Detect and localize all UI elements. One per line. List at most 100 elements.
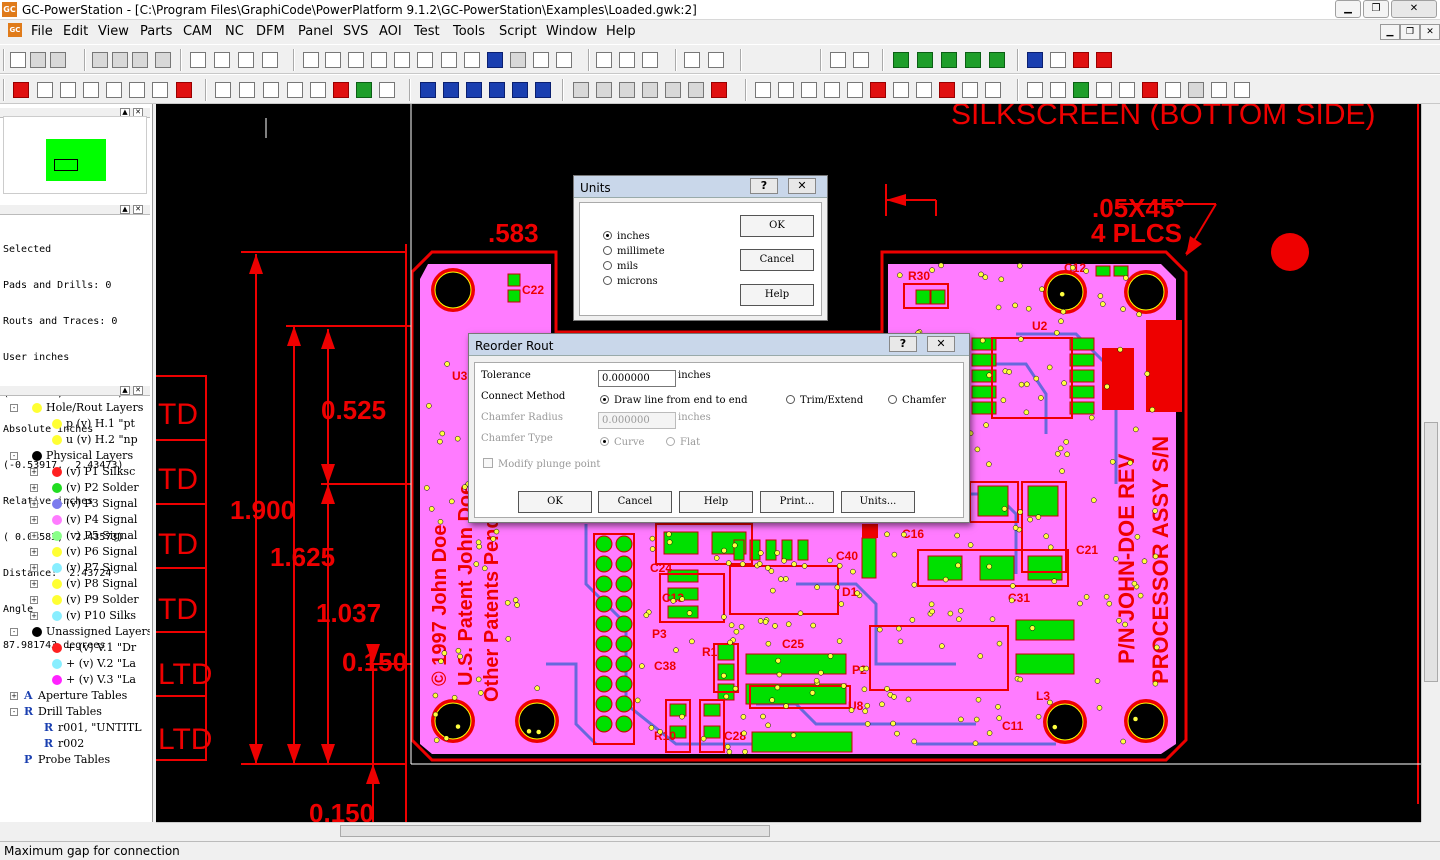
panel2-icon[interactable] bbox=[1096, 82, 1112, 98]
mdi-close-button[interactable]: ✕ bbox=[1420, 24, 1440, 40]
bn-icon[interactable] bbox=[83, 82, 99, 98]
snap-icon[interactable] bbox=[348, 52, 364, 68]
grid-green-icon[interactable] bbox=[893, 52, 909, 68]
save-icon[interactable] bbox=[50, 52, 66, 68]
text-a-icon[interactable] bbox=[464, 52, 480, 68]
target2-icon[interactable] bbox=[916, 82, 932, 98]
draw-line-radio[interactable]: Draw line from end to end bbox=[600, 395, 748, 406]
layer-tree-item[interactable]: - Physical Layers bbox=[0, 448, 150, 464]
layer-tree-item[interactable]: + (v) P8 Signal bbox=[0, 576, 150, 592]
help-icon[interactable]: ? bbox=[889, 336, 917, 352]
preview-view-rect[interactable] bbox=[54, 159, 78, 171]
unit-inches-radio[interactable]: inches bbox=[603, 231, 650, 242]
mdi-restore-button[interactable]: ❐ bbox=[1400, 24, 1420, 40]
expand-icon[interactable]: + bbox=[30, 548, 38, 556]
circle-icon[interactable] bbox=[962, 82, 978, 98]
magnet-icon[interactable] bbox=[263, 82, 279, 98]
expand-icon[interactable]: + bbox=[30, 580, 38, 588]
expand-icon[interactable]: + bbox=[30, 500, 38, 508]
panel-close-icon[interactable]: ✕ bbox=[133, 205, 143, 214]
doc-menu-icon[interactable]: GC bbox=[8, 23, 22, 37]
reorder-dialog-titlebar[interactable]: Reorder Rout ? ✕ bbox=[469, 334, 969, 356]
list-icon[interactable] bbox=[510, 52, 526, 68]
layer-color-icon[interactable] bbox=[32, 403, 42, 413]
layer-tree-item[interactable]: + (v) P3 Signal bbox=[0, 496, 150, 512]
measure-icon[interactable] bbox=[441, 52, 457, 68]
frame-icon[interactable] bbox=[1050, 52, 1066, 68]
expand-icon[interactable]: + bbox=[10, 692, 18, 700]
layer-tree-item[interactable]: Rr001, "UNTITL bbox=[0, 720, 150, 736]
mirror-icon[interactable] bbox=[596, 82, 612, 98]
dot-icon[interactable] bbox=[684, 52, 700, 68]
reorder-units-button[interactable]: Units... bbox=[841, 491, 915, 513]
menu-test[interactable]: Test bbox=[414, 24, 440, 39]
box-c-icon[interactable] bbox=[489, 82, 505, 98]
panel-close-icon[interactable]: ✕ bbox=[133, 386, 143, 395]
menu-view[interactable]: View bbox=[98, 24, 129, 39]
layer-color-icon[interactable] bbox=[52, 515, 62, 525]
corner-icon[interactable] bbox=[1073, 52, 1089, 68]
grid2-icon[interactable] bbox=[917, 52, 933, 68]
layer-tree-item[interactable]: + (v) P5 Signal bbox=[0, 528, 150, 544]
folder-icon[interactable] bbox=[1050, 82, 1066, 98]
zoom-in-icon[interactable] bbox=[596, 52, 612, 68]
rotate-icon[interactable] bbox=[573, 82, 589, 98]
panel-float-icon[interactable]: ▲ bbox=[120, 386, 130, 395]
corner2-icon[interactable] bbox=[1096, 52, 1112, 68]
find-icon[interactable] bbox=[214, 52, 230, 68]
collapse-icon[interactable]: - bbox=[10, 708, 18, 716]
compare-icon[interactable] bbox=[1188, 82, 1204, 98]
select-s-icon[interactable] bbox=[303, 52, 319, 68]
copy-icon[interactable] bbox=[112, 52, 128, 68]
doc-icon[interactable] bbox=[1027, 82, 1043, 98]
collapse-icon[interactable]: - bbox=[10, 404, 18, 412]
stop-icon[interactable] bbox=[711, 82, 727, 98]
layer-color-icon[interactable] bbox=[52, 595, 62, 605]
pad-red-icon[interactable] bbox=[870, 82, 886, 98]
menu-help[interactable]: Help bbox=[606, 24, 636, 39]
layer-color-icon[interactable] bbox=[52, 483, 62, 493]
layer-tree-item[interactable]: + (v) V.1 "Dr bbox=[0, 640, 150, 656]
expand-icon[interactable]: + bbox=[30, 484, 38, 492]
report-icon[interactable] bbox=[556, 52, 572, 68]
flat-radio[interactable]: Flat bbox=[666, 437, 700, 448]
units-ok-button[interactable]: OK bbox=[740, 215, 814, 237]
gear-icon[interactable] bbox=[778, 82, 794, 98]
layer-tree-item[interactable]: + (v) P2 Solder bbox=[0, 480, 150, 496]
menu-nc[interactable]: NC bbox=[225, 24, 244, 39]
units-dialog-titlebar[interactable]: Units ? ✕ bbox=[574, 176, 827, 198]
horizontal-scroll-thumb[interactable] bbox=[340, 825, 770, 837]
expand-icon[interactable]: + bbox=[30, 532, 38, 540]
globe-icon[interactable] bbox=[1119, 82, 1135, 98]
stack3-icon[interactable] bbox=[310, 82, 326, 98]
close-icon[interactable]: ✕ bbox=[788, 178, 816, 194]
target-icon[interactable] bbox=[893, 82, 909, 98]
pointer-icon[interactable] bbox=[830, 52, 846, 68]
layer-tree-item[interactable]: + (v) P6 Signal bbox=[0, 544, 150, 560]
box-a-icon[interactable] bbox=[443, 82, 459, 98]
menu-svs[interactable]: SVS bbox=[343, 24, 368, 39]
undo-icon[interactable] bbox=[155, 52, 171, 68]
menu-parts[interactable]: Parts bbox=[140, 24, 172, 39]
layer-color-icon[interactable] bbox=[52, 563, 62, 573]
unit-mils-radio[interactable]: mils bbox=[603, 261, 638, 272]
flash-icon[interactable] bbox=[13, 82, 29, 98]
vertical-scrollbar[interactable] bbox=[1421, 104, 1440, 822]
paste-icon[interactable] bbox=[132, 52, 148, 68]
filter-icon[interactable] bbox=[129, 82, 145, 98]
layer-tree-item[interactable]: - Hole/Rout Layers bbox=[0, 400, 150, 416]
minimize-button[interactable]: ▁ bbox=[1335, 0, 1361, 18]
outline-icon[interactable] bbox=[356, 82, 372, 98]
grid5-icon[interactable] bbox=[989, 52, 1005, 68]
arc-icon[interactable] bbox=[939, 82, 955, 98]
ref-icon[interactable] bbox=[755, 82, 771, 98]
diagonal-icon[interactable] bbox=[708, 52, 724, 68]
cube-icon[interactable] bbox=[1165, 82, 1181, 98]
menu-cam[interactable]: CAM bbox=[183, 24, 212, 39]
expand-icon[interactable]: + bbox=[30, 468, 38, 476]
record-icon[interactable] bbox=[1142, 82, 1158, 98]
layer-tree-item[interactable]: + (v) P9 Solder bbox=[0, 592, 150, 608]
open-icon[interactable] bbox=[30, 52, 46, 68]
crosshair-icon[interactable] bbox=[1234, 82, 1250, 98]
menu-window[interactable]: Window bbox=[546, 24, 597, 39]
